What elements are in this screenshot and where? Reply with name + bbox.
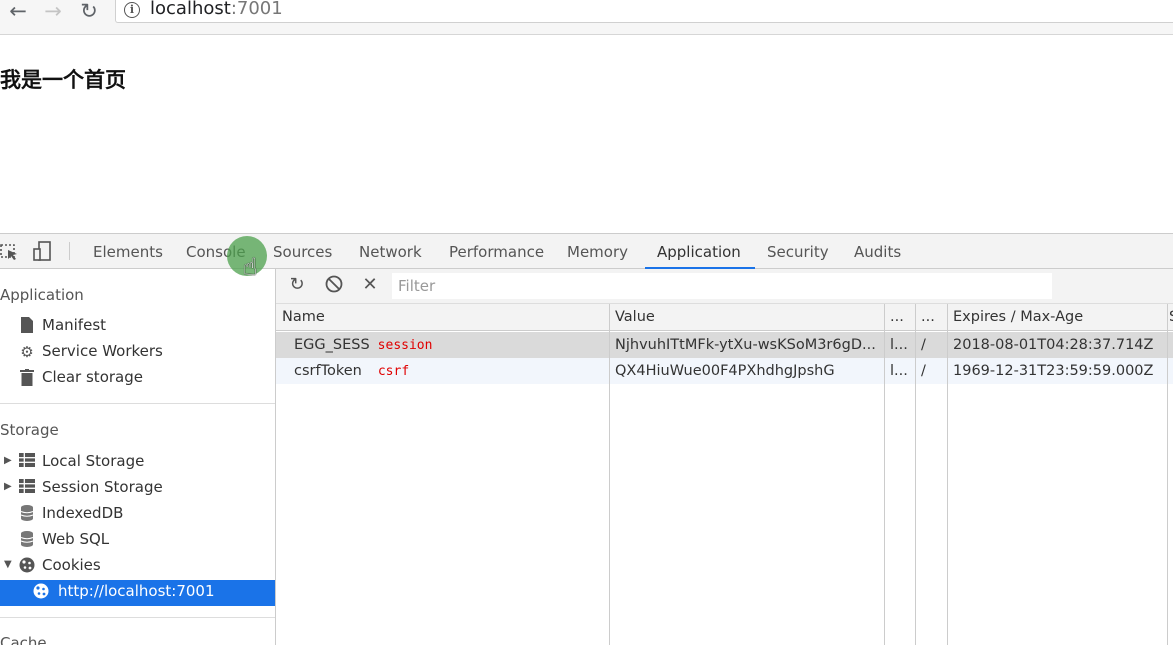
cookie-expires: 2018-08-01T04:28:37.714Z bbox=[953, 337, 1154, 353]
sidebar-item-service-workers[interactable]: ⚙ Service Workers bbox=[0, 340, 275, 366]
cookie-annotation: csrf bbox=[377, 364, 410, 379]
browser-toolbar: ← → ↻ i localhost:7001 bbox=[0, 0, 1173, 35]
url-text: localhost:7001 bbox=[150, 0, 283, 19]
tab-application[interactable]: Application bbox=[645, 234, 755, 269]
sidebar-item-label: http://localhost:7001 bbox=[58, 582, 215, 600]
database-icon bbox=[18, 531, 36, 549]
cookie-icon bbox=[32, 583, 50, 601]
column-header-path[interactable]: ... bbox=[915, 304, 947, 331]
sidebar-item-web-sql[interactable]: Web SQL bbox=[0, 528, 275, 554]
tab-elements[interactable]: Elements bbox=[93, 234, 163, 268]
sidebar-item-cookies[interactable]: ▼ Cookies bbox=[0, 554, 275, 580]
refresh-icon[interactable]: ↻ bbox=[287, 275, 307, 295]
cookie-annotation: session bbox=[377, 338, 433, 353]
cookie-name-cell: csrfToken csrf bbox=[294, 358, 606, 384]
sidebar-item-label: Clear storage bbox=[42, 368, 143, 386]
cookie-name: csrfToken bbox=[294, 363, 362, 379]
devtools-panel: Elements Console Sources Network Perform… bbox=[0, 233, 1173, 645]
cookie-value: NjhvuhITtMFk-ytXu-wsKSoM3r6gD... bbox=[615, 337, 876, 353]
column-header-domain[interactable]: ... bbox=[884, 304, 915, 331]
toolbar-divider bbox=[69, 242, 70, 260]
column-header-value[interactable]: Value bbox=[609, 304, 884, 331]
grid-icon bbox=[18, 453, 36, 471]
column-divider[interactable] bbox=[915, 304, 916, 645]
forward-arrow-icon[interactable]: → bbox=[41, 0, 65, 24]
tab-performance[interactable]: Performance bbox=[449, 234, 544, 268]
column-header-expires[interactable]: Expires / Max-Age bbox=[947, 304, 1167, 331]
cookie-icon bbox=[18, 557, 36, 575]
sidebar-item-label: Service Workers bbox=[42, 342, 163, 360]
address-bar[interactable]: i localhost:7001 bbox=[115, 0, 1173, 23]
sidebar-item-clear-storage[interactable]: Clear storage bbox=[0, 366, 275, 392]
application-sidebar: Application Manifest ⚙ Service Workers C… bbox=[0, 269, 276, 645]
sidebar-item-local-storage[interactable]: ▶ Local Storage bbox=[0, 450, 275, 476]
column-divider[interactable] bbox=[1167, 304, 1168, 645]
database-icon bbox=[18, 505, 36, 523]
close-icon[interactable]: ✕ bbox=[360, 275, 380, 295]
cookie-name: EGG_SESS bbox=[294, 337, 370, 353]
tab-memory[interactable]: Memory bbox=[567, 234, 628, 268]
sidebar-item-session-storage[interactable]: ▶ Session Storage bbox=[0, 476, 275, 502]
sidebar-item-indexeddb[interactable]: IndexedDB bbox=[0, 502, 275, 528]
tab-network[interactable]: Network bbox=[359, 234, 422, 268]
tab-sources[interactable]: Sources bbox=[273, 234, 332, 268]
sidebar-header-application: Application bbox=[0, 286, 84, 304]
cookie-name-cell: EGG_SESS session bbox=[294, 332, 606, 358]
tab-security[interactable]: Security bbox=[767, 234, 829, 268]
column-divider[interactable] bbox=[947, 304, 948, 645]
sidebar-item-label: Local Storage bbox=[42, 452, 145, 470]
table-row[interactable]: EGG_SESS session NjhvuhITtMFk-ytXu-wsKSoM… bbox=[276, 332, 1173, 358]
grid-icon bbox=[18, 479, 36, 497]
document-icon bbox=[18, 317, 36, 335]
column-divider[interactable] bbox=[609, 304, 610, 645]
expand-arrow-icon[interactable]: ▶ bbox=[4, 455, 12, 466]
device-toolbar-icon[interactable] bbox=[33, 240, 55, 262]
sidebar-item-label: Web SQL bbox=[42, 530, 110, 548]
sidebar-item-manifest[interactable]: Manifest bbox=[0, 314, 275, 340]
sidebar-divider bbox=[0, 403, 275, 404]
devtools-tabbar: Elements Console Sources Network Perform… bbox=[0, 234, 1173, 269]
url-port: :7001 bbox=[230, 0, 283, 19]
expand-arrow-icon[interactable]: ▶ bbox=[4, 481, 12, 492]
sidebar-item-label: IndexedDB bbox=[42, 504, 124, 522]
sidebar-header-cache: Cache bbox=[0, 634, 47, 645]
cookie-value: QX4HiuWue00F4PXhdhgJpshG bbox=[615, 363, 835, 379]
table-row[interactable]: csrfToken csrf QX4HiuWue00F4PXhdhgJpshG l… bbox=[276, 358, 1173, 384]
cookie-domain: l... bbox=[890, 363, 908, 379]
filter-input[interactable] bbox=[392, 273, 1052, 299]
cookie-path: / bbox=[921, 363, 926, 379]
collapse-arrow-icon[interactable]: ▼ bbox=[4, 559, 12, 570]
reload-icon[interactable]: ↻ bbox=[77, 0, 101, 24]
hand-cursor-icon: ☝ bbox=[243, 253, 258, 281]
trash-icon bbox=[18, 369, 36, 387]
info-icon[interactable]: i bbox=[124, 2, 140, 18]
sidebar-divider bbox=[0, 617, 275, 618]
url-host: localhost bbox=[150, 0, 231, 19]
cookies-panel: ↻ ✕ Name Value ... ... Expires / Max-Age… bbox=[276, 269, 1173, 645]
sidebar-item-cookies-localhost[interactable]: http://localhost:7001 bbox=[0, 580, 275, 606]
sidebar-header-storage: Storage bbox=[0, 421, 59, 439]
cookie-path: / bbox=[921, 337, 926, 353]
column-divider[interactable] bbox=[884, 304, 885, 645]
block-icon[interactable] bbox=[324, 275, 344, 295]
sidebar-item-label: Session Storage bbox=[42, 478, 163, 496]
column-header-name[interactable]: Name bbox=[276, 304, 609, 331]
gear-icon: ⚙ bbox=[20, 343, 34, 361]
sidebar-item-label: Cookies bbox=[42, 556, 101, 574]
cookie-domain: l... bbox=[890, 337, 908, 353]
sidebar-item-label: Manifest bbox=[42, 316, 107, 334]
inspect-icon[interactable] bbox=[0, 240, 22, 262]
tab-audits[interactable]: Audits bbox=[854, 234, 901, 268]
cookies-toolbar: ↻ ✕ bbox=[276, 269, 1173, 304]
back-arrow-icon[interactable]: ← bbox=[6, 0, 30, 24]
cookie-expires: 1969-12-31T23:59:59.000Z bbox=[953, 363, 1154, 379]
page-title: 我是一个首页 bbox=[0, 68, 126, 92]
cookies-table: Name Value ... ... Expires / Max-Age S E… bbox=[276, 304, 1173, 645]
